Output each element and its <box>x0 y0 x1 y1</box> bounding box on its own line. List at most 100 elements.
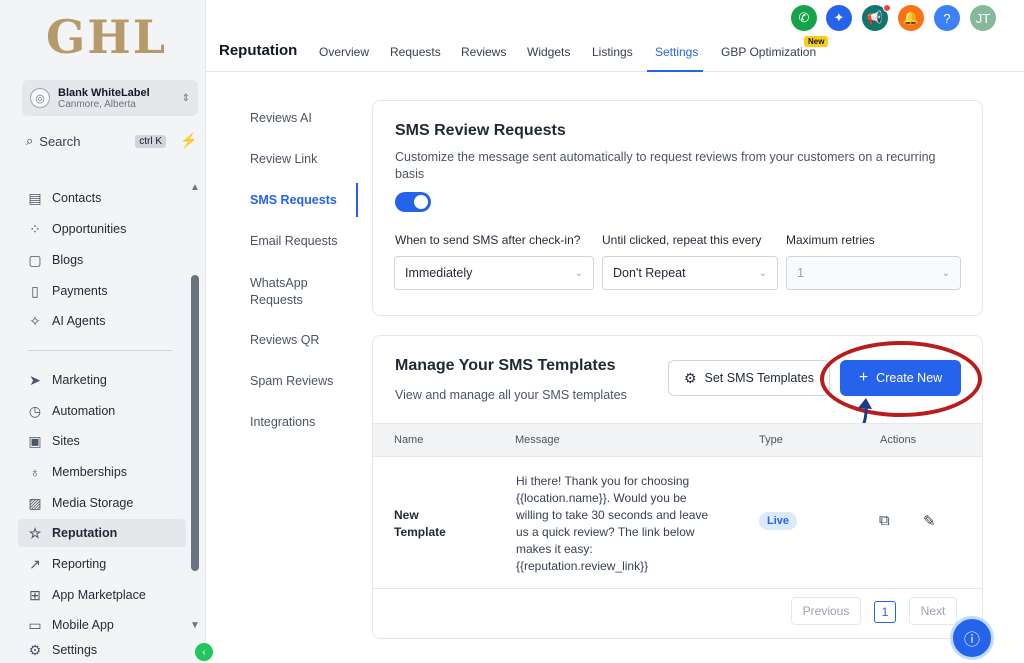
quick-action-bolt-icon[interactable]: ⚡ <box>180 132 197 149</box>
subnav-active-indicator <box>356 183 358 217</box>
ai-agents-icon: ✧ <box>29 312 41 329</box>
sidebar-divider <box>28 350 172 351</box>
table-row: New Template Hi there! Thank you for cho… <box>373 457 982 589</box>
help-icon: ? <box>943 10 951 26</box>
subnav-spam-reviews[interactable]: Spam Reviews <box>250 374 333 388</box>
next-page-button[interactable]: Next <box>909 597 957 625</box>
tab-widgets[interactable]: Widgets <box>527 45 570 59</box>
tab-settings[interactable]: Settings <box>655 45 698 59</box>
search-shortcut: ctrl K <box>135 134 166 148</box>
scroll-up-arrow-icon[interactable]: ▲ <box>190 182 200 193</box>
phone-icon: ✆ <box>798 10 810 25</box>
repeat-interval-select[interactable]: Don't Repeat ⌄ <box>602 256 778 290</box>
sidebar-item-label: Settings <box>52 643 98 657</box>
sidebar-item-contacts[interactable]: ▤ Contacts <box>18 184 186 212</box>
sidebar-item-app-marketplace[interactable]: ⊞ App Marketplace <box>18 581 186 609</box>
sidebar-item-payments[interactable]: ▯ Payments <box>18 277 186 305</box>
sidebar-item-settings[interactable]: ⚙ Settings <box>18 636 186 663</box>
chevron-down-icon: ⌄ <box>574 267 583 279</box>
subnav-review-link[interactable]: Review Link <box>250 152 317 166</box>
megaphone-icon: 📢 <box>866 10 884 25</box>
tab-reviews[interactable]: Reviews <box>461 45 506 59</box>
current-page-number[interactable]: 1 <box>874 601 896 623</box>
repeat-interval-label: Until clicked, repeat this every <box>602 233 762 247</box>
sms-review-requests-card: SMS Review Requests Customize the messag… <box>372 100 983 316</box>
sidebar-item-memberships[interactable]: ♁ Memberships <box>18 458 186 486</box>
send-timing-select[interactable]: Immediately ⌄ <box>394 256 594 290</box>
subnav-reviews-ai[interactable]: Reviews AI <box>250 111 312 125</box>
status-badge: Live <box>759 512 798 530</box>
tab-overview[interactable]: Overview <box>319 45 369 59</box>
contacts-icon: ▤ <box>28 189 42 206</box>
previous-page-button[interactable]: Previous <box>791 597 861 625</box>
sites-icon: ▣ <box>28 432 42 449</box>
repeat-interval-value: Don't Repeat <box>613 266 686 280</box>
sidebar-item-label: Reporting <box>52 557 107 571</box>
gear-icon: ⚙ <box>683 369 697 386</box>
copy-icon[interactable]: ⧉ <box>879 512 890 529</box>
chevron-updown-icon: ⇕ <box>181 92 190 104</box>
support-chat-button[interactable]: ⓘ <box>950 616 994 660</box>
chevron-down-icon: ⌄ <box>941 267 950 279</box>
help-button[interactable]: ? <box>934 5 960 31</box>
max-retries-select[interactable]: 1 ⌄ <box>786 256 961 290</box>
account-location: Canmore, Alberta <box>58 98 136 110</box>
star-icon: ☆ <box>28 524 42 541</box>
sidebar-item-label: Sites <box>52 434 80 448</box>
sidebar-item-automation[interactable]: ◷ Automation <box>18 397 186 425</box>
sms-templates-title: Manage Your SMS Templates <box>395 357 616 374</box>
marketing-icon: ➤ <box>29 371 41 388</box>
brand-logo[interactable]: GHL <box>46 10 167 64</box>
sidebar-scrollbar[interactable] <box>191 275 199 571</box>
sidebar-item-label: Mobile App <box>52 618 114 632</box>
sidebar-item-sites[interactable]: ▣ Sites <box>18 427 186 455</box>
phone-button[interactable]: ✆ <box>791 5 817 31</box>
sidebar-item-mobile-app[interactable]: ▭ Mobile App <box>18 611 186 639</box>
notifications-button[interactable]: 🔔 <box>898 5 924 31</box>
subnav-reviews-qr[interactable]: Reviews QR <box>250 333 319 347</box>
subnav-whatsapp-requests[interactable]: WhatsApp Requests <box>250 275 330 309</box>
media-storage-icon: ▨ <box>28 494 42 511</box>
chat-info-icon: ⓘ <box>963 632 980 649</box>
sidebar-item-marketing[interactable]: ➤ Marketing <box>18 366 186 394</box>
sms-requests-toggle[interactable] <box>395 192 431 212</box>
subnav-sms-requests[interactable]: SMS Requests <box>250 193 337 207</box>
max-retries-value: 1 <box>797 266 804 280</box>
sidebar-item-reputation[interactable]: ☆ Reputation <box>18 519 186 547</box>
tab-gbp-optimization[interactable]: GBP Optimization <box>721 45 816 59</box>
sidebar-item-label: Media Storage <box>52 496 134 510</box>
template-name: New Template <box>394 508 446 539</box>
chevron-down-icon: ⌄ <box>758 267 767 279</box>
subnav-integrations[interactable]: Integrations <box>250 415 315 429</box>
sidebar-item-reporting[interactable]: ↗ Reporting <box>18 550 186 578</box>
chevron-left-icon: ‹ <box>202 646 206 658</box>
templates-table-header: Name Message Type Actions <box>373 423 982 457</box>
set-sms-templates-button[interactable]: ⚙ Set SMS Templates <box>668 360 830 396</box>
edit-pencil-icon[interactable]: ✎ <box>923 512 936 530</box>
sms-review-requests-description: Customize the message sent automatically… <box>395 150 936 181</box>
sidebar-item-ai-agents[interactable]: ✧ AI Agents <box>18 307 186 335</box>
sidebar-item-blogs[interactable]: ▢ Blogs <box>18 246 186 274</box>
settings-icon: ⚙ <box>28 641 42 658</box>
user-avatar[interactable]: JT <box>970 5 996 31</box>
sidebar-item-media-storage[interactable]: ▨ Media Storage <box>18 489 186 517</box>
ai-assistant-button[interactable]: ✦ <box>826 5 852 31</box>
new-badge: New <box>804 36 829 47</box>
sidebar: GHL ◎ Blank WhiteLabel Canmore, Alberta … <box>0 0 213 663</box>
tab-listings[interactable]: Listings <box>592 45 633 59</box>
scroll-down-arrow-icon[interactable]: ▼ <box>190 620 200 631</box>
sidebar-item-label: Blogs <box>52 253 84 267</box>
user-initials: JT <box>975 10 991 26</box>
sidebar-item-opportunities[interactable]: ⁘ Opportunities <box>18 215 186 243</box>
subnav-email-requests[interactable]: Email Requests <box>250 234 338 248</box>
tab-requests[interactable]: Requests <box>390 45 441 59</box>
collapse-sidebar-button[interactable]: ‹ <box>195 643 213 661</box>
bell-icon: 🔔 <box>902 10 920 25</box>
page-title: Reputation <box>219 42 298 59</box>
location-icon: ◎ <box>30 88 50 108</box>
column-header-actions: Actions <box>880 434 917 446</box>
search-button[interactable]: ⌕ Search ctrl K <box>22 129 170 153</box>
account-switcher[interactable]: ◎ Blank WhiteLabel Canmore, Alberta ⇕ <box>22 80 198 116</box>
column-header-type: Type <box>759 434 783 446</box>
sidebar-item-label: Opportunities <box>52 222 127 236</box>
